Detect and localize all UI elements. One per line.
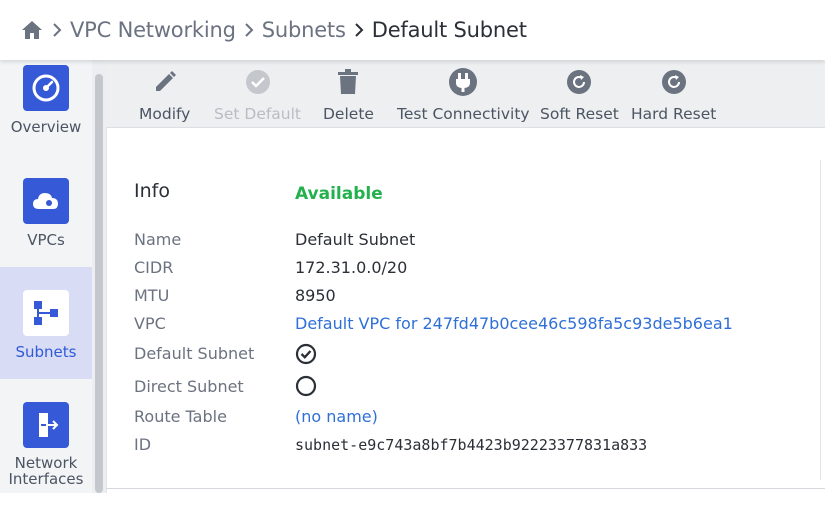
check-circle-icon <box>242 66 274 98</box>
test-connectivity-label: Test Connectivity <box>397 105 530 123</box>
modify-label: Modify <box>139 105 191 123</box>
pencil-icon <box>149 66 181 98</box>
sidebar-item-network-interfaces[interactable]: Network Interfaces <box>0 402 92 514</box>
id-value: subnet-e9c743a8bf7b4423b92223377831a833 <box>295 436 648 454</box>
content-divider <box>106 128 107 493</box>
set-default-button[interactable]: Set Default <box>214 66 301 123</box>
hard-reset-button[interactable]: Hard Reset <box>631 66 716 123</box>
network-interface-icon <box>23 402 69 448</box>
refresh-icon <box>563 66 595 98</box>
route-table-link[interactable]: (no name) <box>295 407 378 426</box>
sidebar-item-overview[interactable]: Overview <box>0 65 92 177</box>
breadcrumb-subnets[interactable]: Subnets <box>262 18 346 42</box>
mtu-value: 8950 <box>295 286 336 305</box>
breadcrumb: VPC Networking Subnets Default Subnet <box>0 0 825 60</box>
sidebar: Overview VPCs Subnets Network Interfaces <box>0 60 92 493</box>
empty-circle-icon <box>295 375 317 401</box>
set-default-label: Set Default <box>214 105 302 123</box>
delete-label: Delete <box>323 105 374 123</box>
direct-subnet-label: Direct Subnet <box>134 377 244 396</box>
sidebar-item-label: VPCs <box>27 231 65 249</box>
soft-reset-button[interactable]: Soft Reset <box>540 66 619 123</box>
refresh-icon <box>658 66 690 98</box>
label-line: Network <box>14 454 78 472</box>
status-badge: Available <box>295 184 383 204</box>
check-circle-icon <box>295 343 317 369</box>
content-divider <box>106 488 825 489</box>
toolbar: Modify Set Default Delete Test Connectiv… <box>106 60 825 128</box>
sidebar-item-label: Overview <box>10 118 82 136</box>
name-value: Default Subnet <box>295 230 416 249</box>
vpc-label: VPC <box>134 314 166 333</box>
breadcrumb-current: Default Subnet <box>371 18 527 42</box>
hard-reset-label: Hard Reset <box>631 105 717 123</box>
label-line: Interfaces <box>8 470 84 488</box>
gauge-icon <box>23 65 69 111</box>
vpc-link[interactable]: Default VPC for 247fd47b0cee46c598fa5c93… <box>295 314 733 333</box>
sidebar-scrollbar-thumb[interactable] <box>95 74 103 493</box>
subnets-icon <box>23 290 69 336</box>
sidebar-item-label: Network Interfaces <box>9 455 84 487</box>
soft-reset-label: Soft Reset <box>540 105 619 123</box>
delete-button[interactable]: Delete <box>323 66 374 123</box>
content-divider <box>820 160 821 480</box>
home-icon[interactable] <box>20 18 44 42</box>
cloud-icon <box>23 178 69 224</box>
chevron-right-icon <box>346 23 372 37</box>
id-label: ID <box>134 435 152 454</box>
sidebar-item-subnets[interactable]: Subnets <box>0 267 92 379</box>
test-connectivity-button[interactable]: Test Connectivity <box>397 66 530 123</box>
modify-button[interactable]: Modify <box>139 66 190 123</box>
breadcrumb-vpc-networking[interactable]: VPC Networking <box>70 18 236 42</box>
chevron-right-icon <box>236 23 262 37</box>
route-table-label: Route Table <box>134 407 227 426</box>
sidebar-item-label: Subnets <box>15 343 77 361</box>
mtu-label: MTU <box>134 286 170 305</box>
name-label: Name <box>134 230 182 249</box>
plug-icon <box>447 66 479 98</box>
cidr-label: CIDR <box>134 258 174 277</box>
trash-icon <box>332 66 364 98</box>
default-subnet-label: Default Subnet <box>134 344 255 363</box>
cidr-value: 172.31.0.0/20 <box>295 258 408 277</box>
info-heading: Info <box>134 180 170 202</box>
chevron-right-icon <box>44 23 70 37</box>
